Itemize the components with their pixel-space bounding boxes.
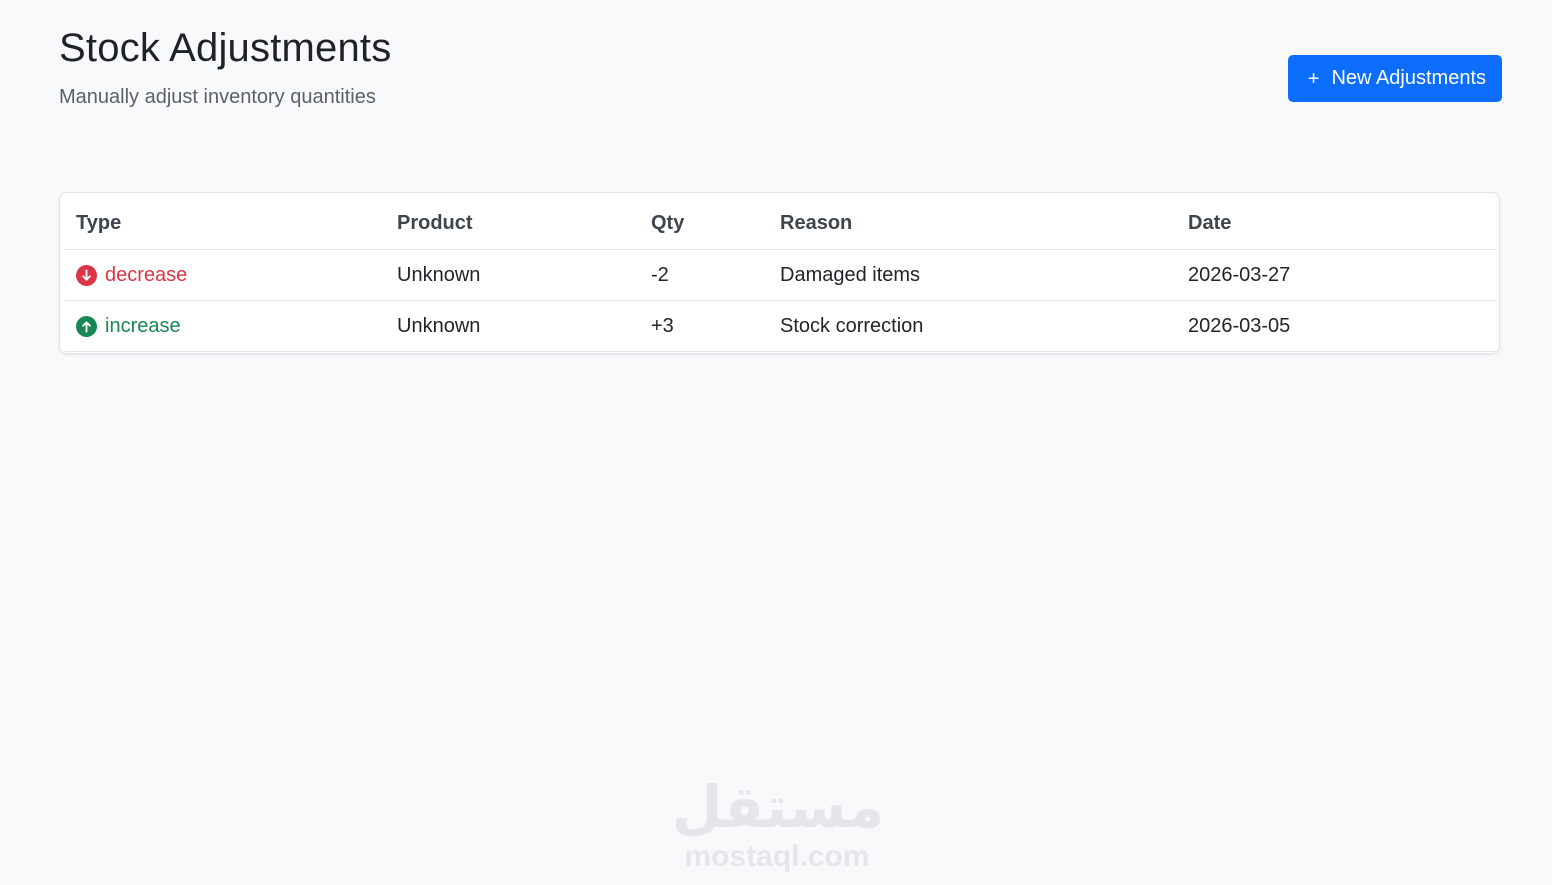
column-header-reason[interactable]: Reason [769,198,1177,250]
adjustments-table: Type Product Qty Reason Date decrease Un… [65,198,1496,352]
qty-cell: -2 [640,249,769,301]
product-cell: Unknown [386,249,640,301]
column-header-qty[interactable]: Qty [640,198,769,250]
plus-icon: + [1307,67,1320,90]
type-label-increase: increase [105,314,181,337]
watermark-url: mostaql.com [684,840,870,873]
table-row[interactable]: decrease Unknown -2 Damaged items 2026-0… [65,249,1496,301]
date-cell: 2026-03-27 [1177,249,1496,301]
page-header: Stock Adjustments Manually adjust invent… [59,26,1502,116]
page-subtitle: Manually adjust inventory quantities [59,86,376,108]
arrow-up-circle-icon-svg [76,315,97,337]
product-cell: Unknown [386,300,640,352]
reason-cell: Damaged items [769,249,1177,301]
watermark-logo: مستقل [672,773,885,841]
adjustments-card: Type Product Qty Reason Date decrease Un… [59,192,1500,354]
table-header-row: Type Product Qty Reason Date [65,198,1496,250]
watermark: مستقل mostaql.com [672,772,885,873]
type-label-decrease: decrease [105,263,188,286]
type-cell: decrease [65,249,386,301]
arrow-down-circle-icon-svg [76,264,97,286]
new-adjustments-label: New Adjustments [1331,67,1486,89]
qty-cell: +3 [640,300,769,352]
column-header-date[interactable]: Date [1177,198,1496,250]
column-header-type[interactable]: Type [65,198,386,250]
date-cell: 2026-03-05 [1177,300,1496,352]
page-title: Stock Adjustments [59,26,392,70]
reason-cell: Stock correction [769,300,1177,352]
table-row[interactable]: increase Unknown +3 Stock correction 202… [65,300,1496,352]
column-header-product[interactable]: Product [386,198,640,250]
arrow-up-circle-icon [76,315,97,337]
new-adjustments-button[interactable]: + New Adjustments [1287,55,1502,102]
type-cell: increase [65,300,386,352]
arrow-down-circle-icon [76,264,97,286]
